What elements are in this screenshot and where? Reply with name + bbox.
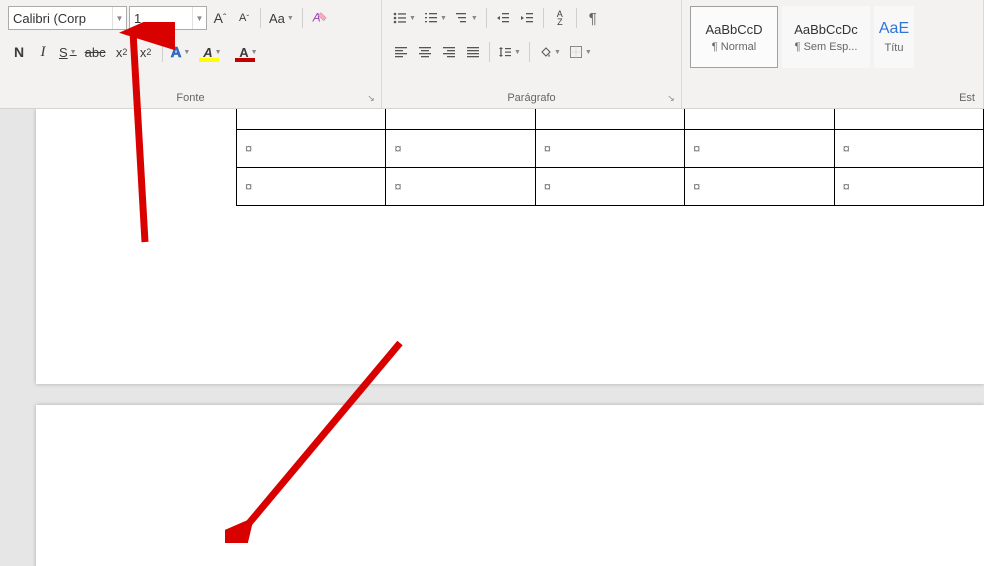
table-cell[interactable]: ¤: [834, 129, 983, 167]
bullets-icon: [393, 11, 407, 25]
increase-indent-button[interactable]: [516, 6, 538, 30]
borders-button[interactable]: ▼: [566, 40, 595, 64]
outdent-icon: [496, 11, 510, 25]
table-cell[interactable]: ¤: [834, 167, 983, 205]
annotation-arrow-2: [225, 333, 415, 543]
decrease-indent-button[interactable]: [492, 6, 514, 30]
borders-icon: [569, 45, 583, 59]
style-name: Títu: [885, 42, 904, 54]
separator: [543, 8, 544, 28]
separator: [529, 42, 530, 62]
table-cell[interactable]: ¤: [386, 167, 535, 205]
group-label-styles: Est: [959, 92, 975, 104]
justify-icon: [466, 45, 480, 59]
svg-text:A: A: [312, 12, 321, 25]
line-spacing-icon: [498, 45, 512, 59]
style-tile[interactable]: AaBbCcD ¶ Normal: [690, 6, 778, 68]
paint-bucket-icon: [538, 45, 552, 59]
styles-gallery: AaBbCcD ¶ Normal AaBbCcDc ¶ Sem Esp... AaE Tí…: [690, 6, 975, 68]
style-tile[interactable]: AaBbCcDc ¶ Sem Esp...: [782, 6, 870, 68]
line-spacing-button[interactable]: ▼: [495, 40, 524, 64]
bold-button[interactable]: N: [8, 40, 30, 64]
table-cell[interactable]: ¤: [237, 167, 386, 205]
multilevel-list-button[interactable]: ▼: [452, 6, 481, 30]
style-tile[interactable]: AaE Títu: [874, 6, 914, 68]
group-label-font: Fonte: [176, 92, 204, 104]
align-left-button[interactable]: [390, 40, 412, 64]
table-cell[interactable]: [237, 109, 386, 129]
align-right-icon: [442, 45, 456, 59]
group-label-paragraph: Parágrafo: [507, 92, 555, 104]
paragraph-dialog-launcher[interactable]: [665, 92, 677, 104]
table-cell[interactable]: [834, 109, 983, 129]
table-cell[interactable]: [685, 109, 834, 129]
table-cell[interactable]: ¤: [685, 129, 834, 167]
change-case-button[interactable]: Aa▼: [266, 6, 297, 30]
separator: [489, 42, 490, 62]
separator: [486, 8, 487, 28]
document-table[interactable]: ¤¤¤¤¤¤¤¤¤¤: [236, 109, 984, 206]
page-2[interactable]: ¶: [36, 405, 984, 566]
align-left-icon: [394, 45, 408, 59]
table-cell[interactable]: ¤: [685, 167, 834, 205]
style-preview: AaBbCcD: [705, 22, 762, 37]
font-dialog-launcher[interactable]: [365, 92, 377, 104]
table-cell[interactable]: ¤: [535, 129, 684, 167]
style-preview: AaBbCcDc: [794, 22, 858, 37]
group-font: Calibri (Corp ▼ 1 ▼ Aˆ Aˇ Aa▼ A: [0, 0, 382, 108]
grow-font-button[interactable]: Aˆ: [209, 6, 231, 30]
numbering-button[interactable]: ▼: [421, 6, 450, 30]
font-size-dropdown[interactable]: ▼: [192, 7, 206, 29]
shading-button[interactable]: ▼: [535, 40, 564, 64]
multilevel-icon: [455, 11, 469, 25]
indent-icon: [520, 11, 534, 25]
sort-button[interactable]: A Z: [549, 6, 571, 30]
style-preview: AaE: [879, 20, 909, 38]
justify-button[interactable]: [462, 40, 484, 64]
eraser-icon: A: [311, 9, 329, 27]
separator: [576, 8, 577, 28]
shrink-font-button[interactable]: Aˇ: [233, 6, 255, 30]
page-1[interactable]: ¤¤¤¤¤¤¤¤¤¤: [36, 109, 984, 384]
font-color-button[interactable]: A ▼: [231, 40, 265, 64]
style-name: ¶ Sem Esp...: [795, 41, 858, 53]
table-cell[interactable]: ¤: [386, 129, 535, 167]
separator: [302, 8, 303, 28]
annotation-arrow-1: [95, 22, 175, 252]
numbering-icon: [424, 11, 438, 25]
table-cell[interactable]: ¤: [237, 129, 386, 167]
align-center-button[interactable]: [414, 40, 436, 64]
table-cell[interactable]: ¤: [535, 167, 684, 205]
highlight-button[interactable]: A ▼: [195, 40, 229, 64]
italic-button[interactable]: I: [32, 40, 54, 64]
align-center-icon: [418, 45, 432, 59]
group-paragraph: ▼ ▼ ▼: [382, 0, 682, 108]
table-cell[interactable]: [386, 109, 535, 129]
bullets-button[interactable]: ▼: [390, 6, 419, 30]
align-right-button[interactable]: [438, 40, 460, 64]
show-marks-button[interactable]: ¶: [582, 6, 604, 30]
style-name: ¶ Normal: [712, 41, 756, 53]
group-styles: AaBbCcD ¶ Normal AaBbCcDc ¶ Sem Esp... AaE Tí…: [682, 0, 984, 108]
font-color-swatch: [235, 58, 255, 62]
table-cell[interactable]: [535, 109, 684, 129]
underline-button[interactable]: S▼: [56, 40, 80, 64]
clear-formatting-button[interactable]: A: [308, 6, 332, 30]
separator: [260, 8, 261, 28]
highlight-color-swatch: [199, 58, 219, 62]
